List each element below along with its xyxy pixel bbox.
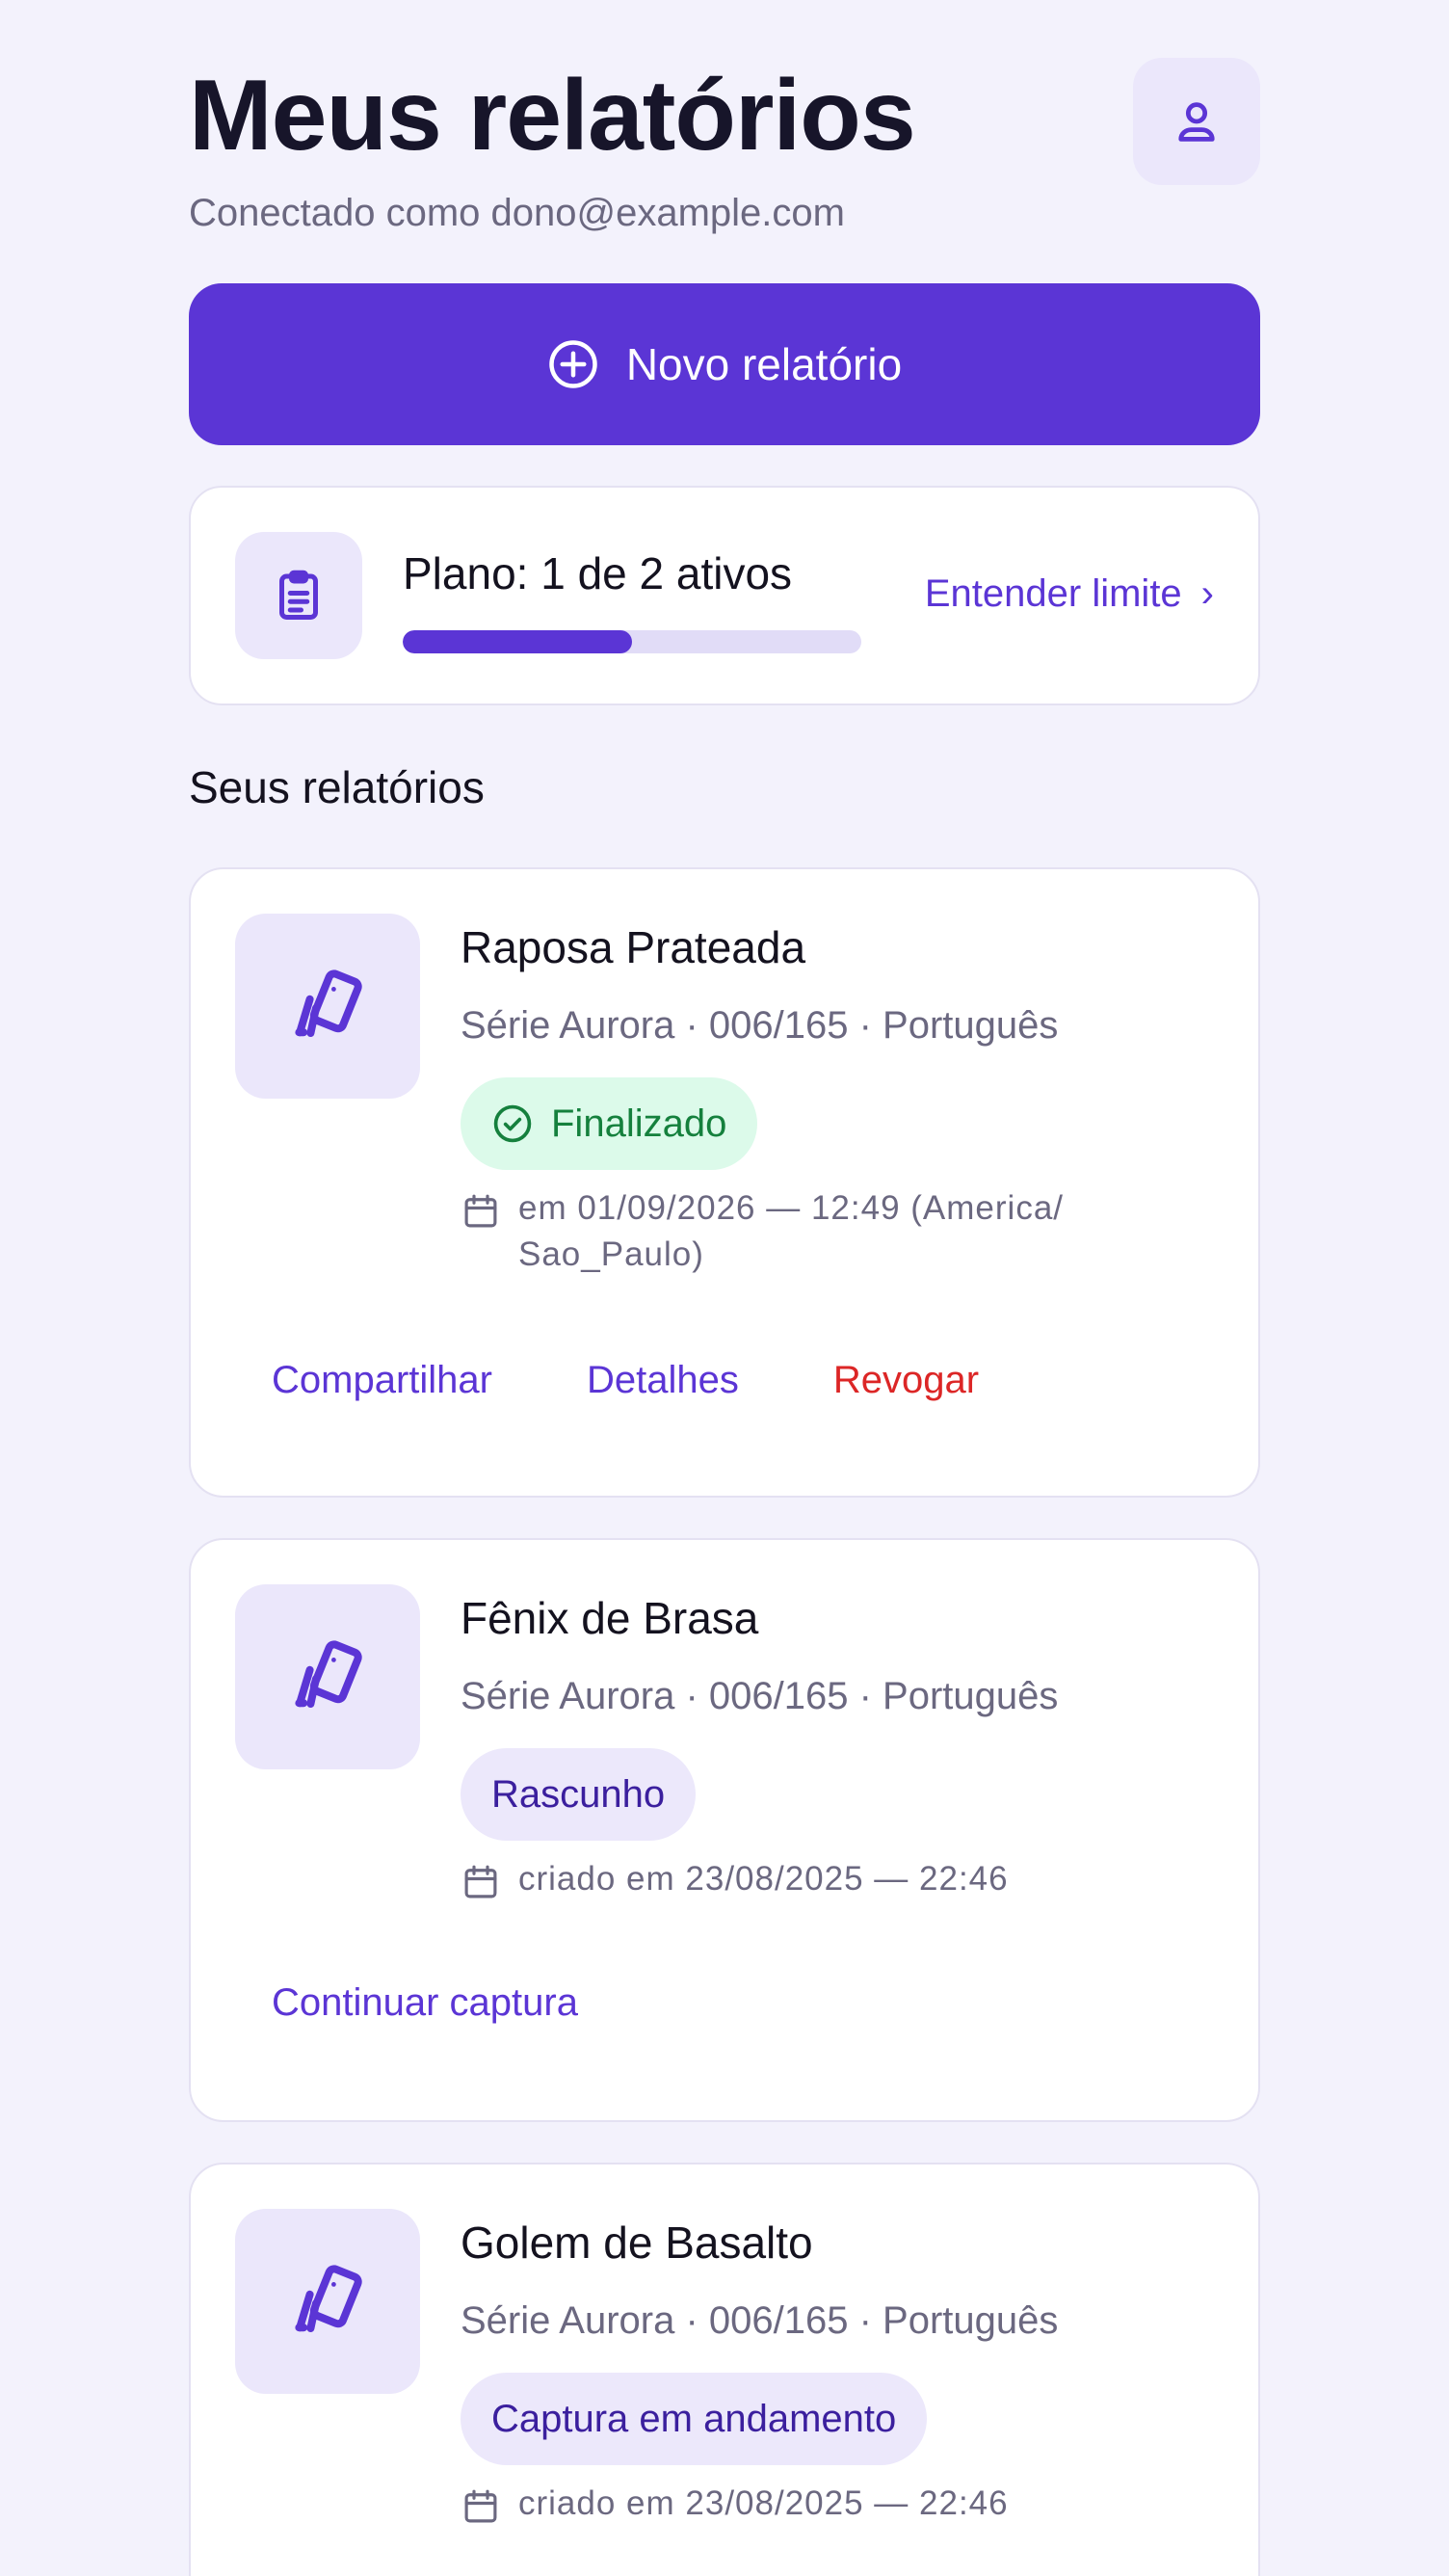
status-label: Finalizado <box>551 1102 727 1145</box>
new-report-label: Novo relatório <box>625 339 903 389</box>
status-label: Captura em andamento <box>491 2397 897 2440</box>
report-card[interactable]: Golem de Basalto Série Aurora · 006/165 … <box>189 2163 1260 2576</box>
plan-progress-fill <box>403 630 632 653</box>
report-meta: Série Aurora · 006/165 · Português <box>461 1004 1059 1047</box>
plan-progress-bar <box>403 630 861 653</box>
report-actions: Continuar captura <box>272 1981 578 2025</box>
plan-card: Plano: 1 de 2 ativos Entender limite › <box>189 486 1260 705</box>
calendar-icon <box>461 1185 501 1244</box>
report-title: Golem de Basalto <box>461 2217 813 2268</box>
report-card[interactable]: Raposa Prateada Série Aurora · 006/165 ·… <box>189 867 1260 1498</box>
report-date: criado em 23/08/2025 — 22:46 <box>461 2481 1135 2539</box>
report-meta: Série Aurora · 006/165 · Português <box>461 2299 1059 2342</box>
report-title: Fênix de Brasa <box>461 1593 759 1643</box>
report-meta: Série Aurora · 006/165 · Português <box>461 1675 1059 1717</box>
cards-icon <box>235 1584 420 1769</box>
report-date-text: criado em 23/08/2025 — 22:46 <box>518 2484 1009 2522</box>
page-title: Meus relatórios <box>189 60 916 172</box>
calendar-icon <box>461 1856 501 1915</box>
report-card[interactable]: Fênix de Brasa Série Aurora · 006/165 · … <box>189 1538 1260 2122</box>
new-report-button[interactable]: Novo relatório <box>189 283 1260 445</box>
revoke-button[interactable]: Revogar <box>833 1359 979 1402</box>
understand-limit-label: Entender limite <box>924 572 1182 615</box>
report-date-text: em 01/09/2026 — 12:49 (America/ Sao_Paul… <box>518 1189 1065 1273</box>
report-actions: Compartilhar Detalhes Revogar <box>272 1359 979 1402</box>
status-label: Rascunho <box>491 1772 666 1816</box>
profile-button[interactable] <box>1133 58 1260 185</box>
report-date-text: criado em 23/08/2025 — 22:46 <box>518 1860 1009 1898</box>
clipboard-icon <box>235 532 362 659</box>
plan-label: Plano: 1 de 2 ativos <box>403 548 793 598</box>
status-badge: Rascunho <box>461 1748 697 1841</box>
account-subtitle: Conectado como dono@example.com <box>189 192 845 234</box>
continue-capture-button[interactable]: Continuar captura <box>272 1981 578 2025</box>
check-circle-icon <box>491 1102 534 1145</box>
details-button[interactable]: Detalhes <box>587 1359 739 1402</box>
status-badge: Captura em andamento <box>461 2373 928 2465</box>
chevron-right-icon: › <box>1200 572 1214 615</box>
report-date: em 01/09/2026 — 12:49 (America/ Sao_Paul… <box>461 1185 1135 1278</box>
status-badge: Finalizado <box>461 1077 758 1170</box>
report-title: Raposa Prateada <box>461 922 806 972</box>
section-title: Seus relatórios <box>189 762 485 812</box>
calendar-icon <box>461 2481 501 2539</box>
report-date: criado em 23/08/2025 — 22:46 <box>461 1856 1135 1915</box>
share-button[interactable]: Compartilhar <box>272 1359 492 1402</box>
user-icon <box>1172 96 1222 146</box>
cards-icon <box>235 914 420 1099</box>
cards-icon <box>235 2209 420 2394</box>
understand-limit-link[interactable]: Entender limite › <box>925 572 1214 616</box>
plus-circle-icon <box>547 338 599 390</box>
